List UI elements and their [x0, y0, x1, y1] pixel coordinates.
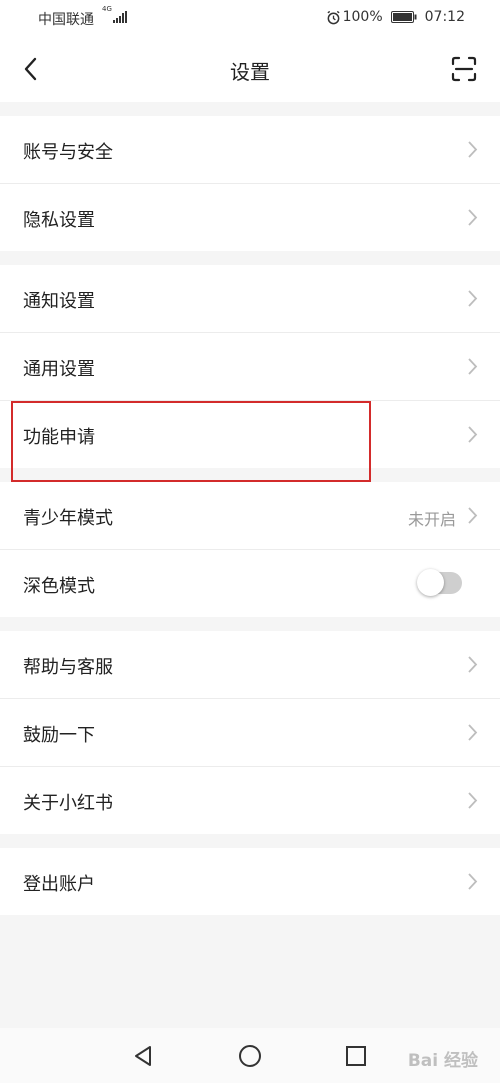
chevron-right-icon	[468, 426, 478, 443]
watermark: Bai 经验	[407, 1051, 478, 1071]
item-label: 帮助与客服	[23, 657, 113, 678]
chevron-right-icon	[468, 290, 478, 307]
settings-item-youth-mode[interactable]: 青少年模式 未开启	[0, 482, 500, 550]
item-label: 隐私设置	[23, 210, 95, 231]
dark-mode-toggle[interactable]	[417, 569, 462, 596]
item-label: 深色模式	[23, 576, 95, 597]
toggle-knob	[417, 569, 444, 596]
settings-group-account: 账号与安全 隐私设置	[0, 116, 500, 251]
item-label: 功能申请	[23, 427, 95, 448]
battery-percent: 100%	[342, 9, 383, 25]
item-label: 账号与安全	[23, 142, 113, 163]
nav-home-icon[interactable]	[238, 1044, 262, 1068]
header: 设置	[0, 36, 500, 102]
alarm-icon	[327, 10, 340, 24]
settings-item-logout[interactable]: 登出账户	[0, 848, 500, 915]
signal-icon	[113, 11, 127, 23]
page-title: 设置	[230, 60, 270, 84]
item-label: 通知设置	[23, 291, 95, 312]
chevron-right-icon	[468, 724, 478, 741]
item-label: 关于小红书	[23, 793, 113, 814]
carrier-name: 中国联通	[38, 12, 94, 28]
network-type: 4G	[102, 5, 112, 13]
item-label: 鼓励一下	[23, 725, 95, 746]
chevron-right-icon	[468, 507, 478, 524]
chevron-right-icon	[468, 873, 478, 890]
settings-item-dark-mode: 深色模式	[0, 550, 500, 617]
system-nav-bar: Bai 经验	[0, 1028, 500, 1083]
chevron-right-icon	[468, 209, 478, 226]
settings-item-about[interactable]: 关于小红书	[0, 767, 500, 834]
scan-icon[interactable]	[451, 56, 477, 82]
status-bar: 中国联通 4G 100% 07:12	[0, 0, 500, 36]
settings-group-logout: 登出账户	[0, 848, 500, 915]
chevron-right-icon	[468, 792, 478, 809]
settings-group-about: 帮助与客服 鼓励一下 关于小红书	[0, 631, 500, 834]
settings-item-account-security[interactable]: 账号与安全	[0, 116, 500, 184]
settings-item-feature-request[interactable]: 功能申请	[0, 401, 500, 468]
item-label: 登出账户	[23, 874, 95, 895]
battery-icon	[390, 11, 417, 23]
nav-recent-icon[interactable]	[344, 1044, 368, 1068]
chevron-right-icon	[468, 358, 478, 375]
settings-item-encourage[interactable]: 鼓励一下	[0, 699, 500, 767]
nav-back-icon[interactable]	[131, 1044, 155, 1068]
clock: 07:12	[424, 9, 465, 25]
settings-group-general: 通知设置 通用设置 功能申请	[0, 265, 500, 468]
chevron-right-icon	[468, 141, 478, 158]
youth-mode-status: 未开启	[407, 510, 456, 529]
settings-group-modes: 青少年模式 未开启 深色模式	[0, 482, 500, 617]
settings-item-privacy[interactable]: 隐私设置	[0, 184, 500, 251]
settings-item-notifications[interactable]: 通知设置	[0, 265, 500, 333]
chevron-right-icon	[468, 656, 478, 673]
settings-item-help[interactable]: 帮助与客服	[0, 631, 500, 699]
settings-item-general[interactable]: 通用设置	[0, 333, 500, 401]
item-label: 青少年模式	[23, 508, 113, 529]
item-label: 通用设置	[23, 359, 95, 380]
settings-list: 账号与安全 隐私设置 通知设置 通用设置 功能申请 青少年模式 未开启 深色模式	[0, 102, 500, 915]
status-right: 100% 07:12	[326, 9, 465, 25]
